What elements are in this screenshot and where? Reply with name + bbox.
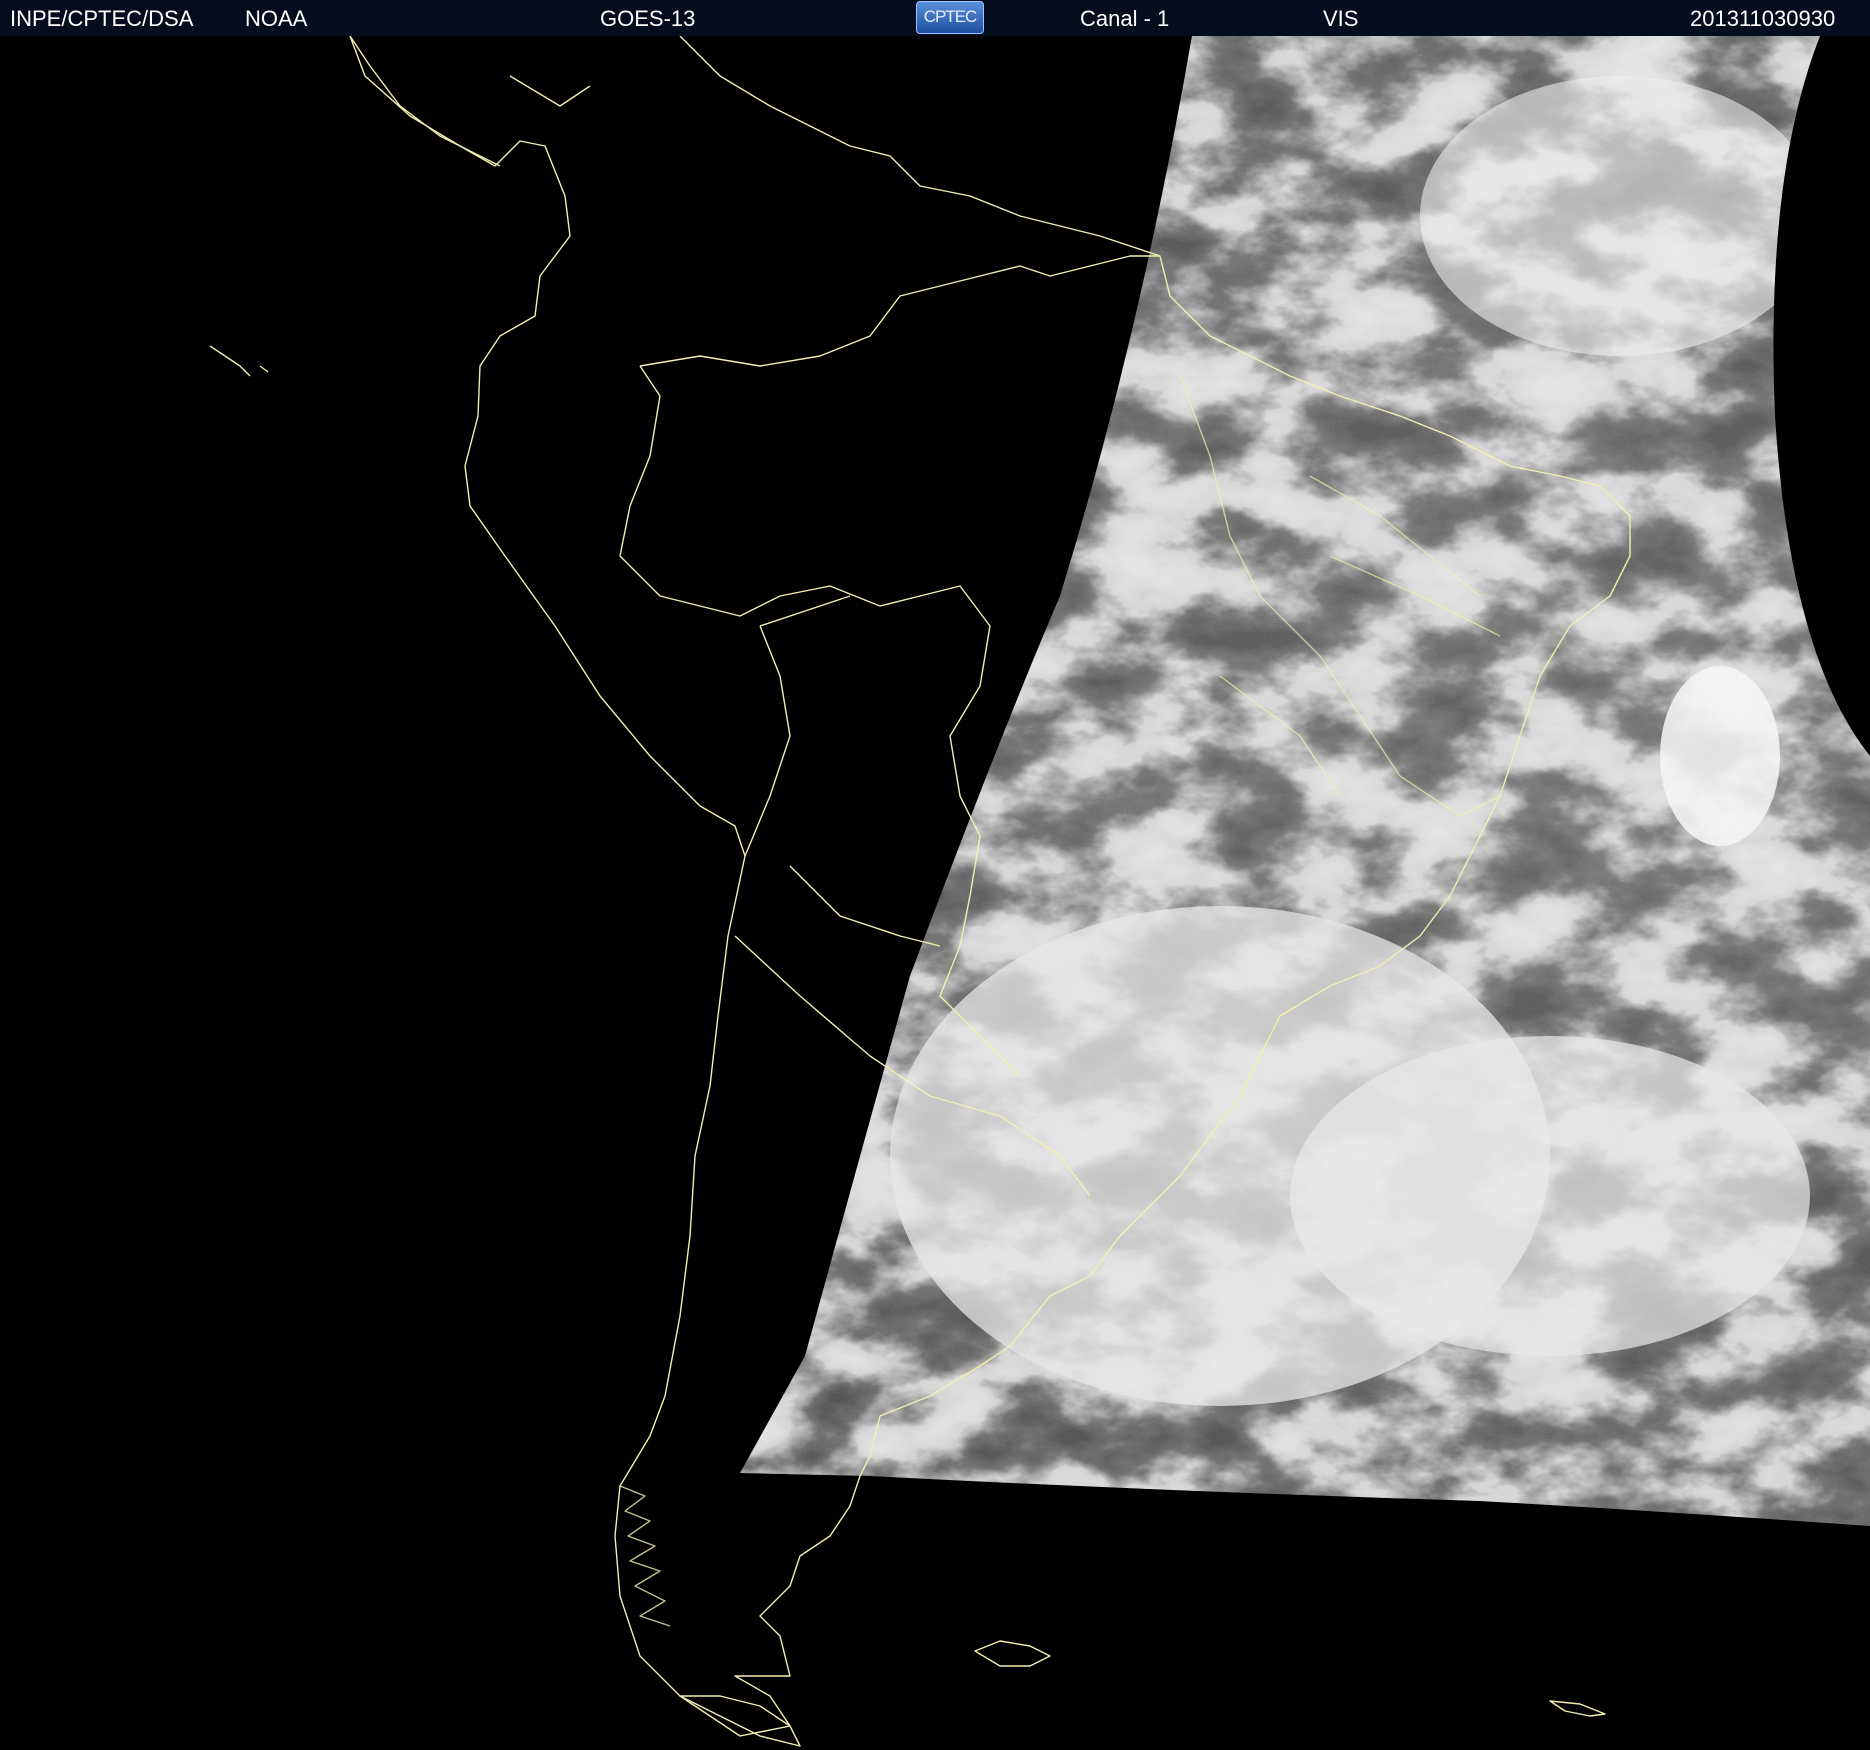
channel-label: Canal - 1	[1080, 6, 1170, 31]
satellite-label: GOES-13	[600, 6, 696, 31]
source-label: INPE/CPTEC/DSA	[10, 6, 194, 31]
header-bar: INPE/CPTEC/DSA NOAA GOES-13 CPTEC Canal …	[0, 0, 1870, 38]
cptec-logo: CPTEC	[916, 1, 984, 34]
satellite-map	[0, 36, 1870, 1750]
timestamp-label: 201311030930	[1690, 6, 1836, 31]
band-label: VIS	[1323, 6, 1359, 31]
agency-label: NOAA	[245, 6, 308, 31]
